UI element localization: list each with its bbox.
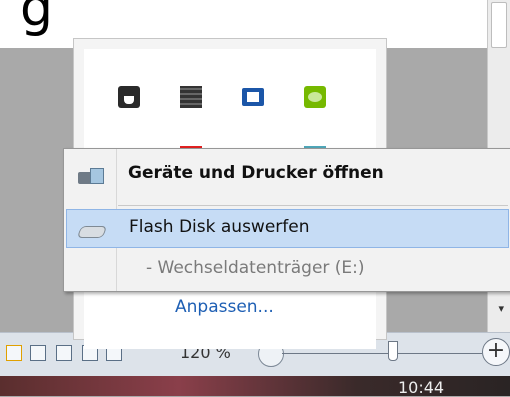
menu-separator bbox=[118, 205, 508, 206]
menu-item-label: Flash Disk auswerfen bbox=[129, 217, 310, 237]
print-layout-view-icon[interactable] bbox=[6, 345, 22, 361]
scroll-down-arrow-icon[interactable]: ▾ bbox=[498, 302, 504, 315]
dolby-icon[interactable] bbox=[242, 88, 264, 106]
menu-item-label: - Wechseldatenträger (E:) bbox=[146, 258, 365, 278]
menu-item-label: Geräte und Drucker öffnen bbox=[128, 163, 384, 183]
java-icon[interactable] bbox=[118, 86, 140, 108]
reading-view-icon[interactable] bbox=[30, 345, 46, 361]
zoom-slider-track[interactable] bbox=[282, 353, 482, 354]
nvidia-icon[interactable] bbox=[304, 86, 326, 108]
customize-link[interactable]: Anpassen... bbox=[175, 297, 274, 317]
taskbar: 10:44 bbox=[0, 376, 510, 397]
menu-item-removable-drive: - Wechseldatenträger (E:) bbox=[66, 251, 509, 289]
zoom-in-button[interactable]: + bbox=[482, 338, 510, 366]
document-heading: g bbox=[20, 0, 55, 38]
menu-item-open-devices-printers[interactable]: Geräte und Drucker öffnen bbox=[66, 156, 509, 194]
web-layout-view-icon[interactable] bbox=[56, 345, 72, 361]
devices-printers-icon bbox=[76, 166, 104, 186]
zoom-slider-thumb[interactable] bbox=[388, 341, 398, 361]
menu-item-eject-flash-disk[interactable]: Flash Disk auswerfen bbox=[66, 209, 509, 248]
taskbar-clock[interactable]: 10:44 bbox=[398, 378, 444, 397]
scrollbar-thumb[interactable] bbox=[491, 2, 507, 48]
context-menu: Geräte und Drucker öffnen Flash Disk aus… bbox=[63, 148, 510, 292]
film-icon[interactable] bbox=[180, 86, 202, 108]
usb-drive-icon bbox=[77, 220, 105, 240]
